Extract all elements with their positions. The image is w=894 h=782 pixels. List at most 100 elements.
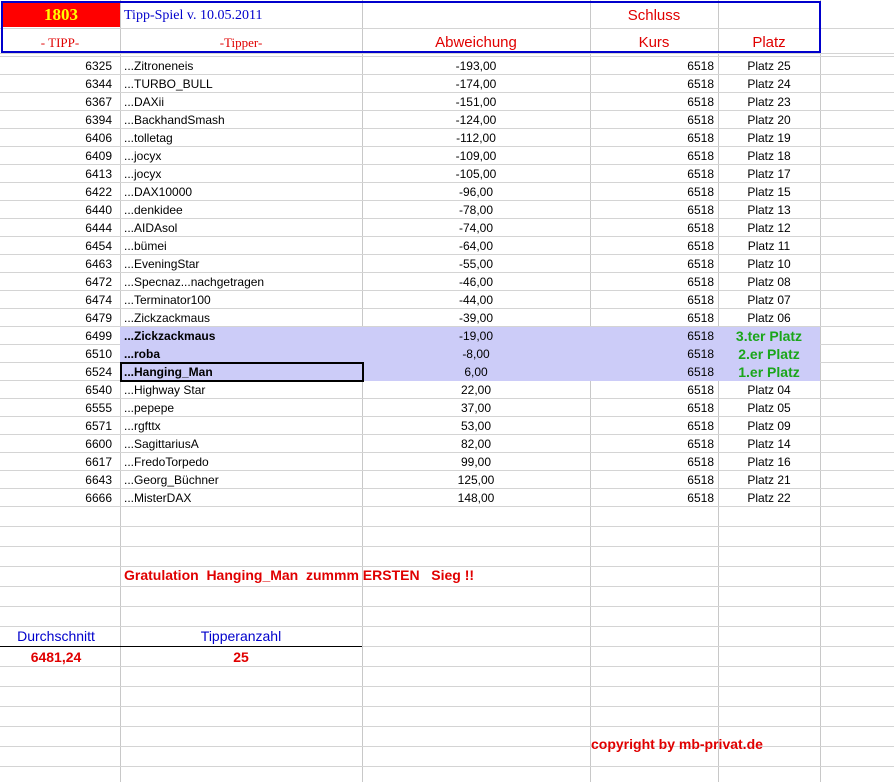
- cell-abw[interactable]: 125,00: [362, 471, 590, 489]
- cell-platz[interactable]: Platz 04: [718, 381, 820, 399]
- cell-kurs[interactable]: 6518: [590, 201, 714, 219]
- cell-tipper[interactable]: ...AIDAsol: [124, 219, 360, 237]
- cell-abw[interactable]: 53,00: [362, 417, 590, 435]
- cell-tipp[interactable]: 6510: [0, 345, 112, 363]
- cell-tipper[interactable]: ...TURBO_BULL: [124, 75, 360, 93]
- cell-tipper[interactable]: ...BackhandSmash: [124, 111, 360, 129]
- cell-platz[interactable]: Platz 20: [718, 111, 820, 129]
- cell-tipper[interactable]: ...rgfttx: [124, 417, 360, 435]
- cell-tipper[interactable]: ...Georg_Büchner: [124, 471, 360, 489]
- cell-abw[interactable]: -109,00: [362, 147, 590, 165]
- cell-abw[interactable]: -46,00: [362, 273, 590, 291]
- cell-platz[interactable]: Platz 21: [718, 471, 820, 489]
- cell-kurs[interactable]: 6518: [590, 237, 714, 255]
- cell-kurs[interactable]: 6518: [590, 363, 714, 381]
- cell-platz[interactable]: Platz 06: [718, 309, 820, 327]
- cell-kurs[interactable]: 6518: [590, 93, 714, 111]
- cell-kurs[interactable]: 6518: [590, 183, 714, 201]
- cell-platz[interactable]: 2.er Platz: [718, 345, 820, 363]
- cell-tipper[interactable]: ...Specnaz...nachgetragen: [124, 273, 360, 291]
- cell-tipper[interactable]: ...roba: [124, 345, 360, 363]
- cell-tipp[interactable]: 6643: [0, 471, 112, 489]
- cell-tipper[interactable]: ...DAXii: [124, 93, 360, 111]
- cell-abw[interactable]: -112,00: [362, 129, 590, 147]
- cell-tipper[interactable]: ...Zickzackmaus: [124, 309, 360, 327]
- cell-platz[interactable]: Platz 15: [718, 183, 820, 201]
- cell-tipp[interactable]: 6344: [0, 75, 112, 93]
- cell-kurs[interactable]: 6518: [590, 381, 714, 399]
- cell-tipper[interactable]: ...SagittariusA: [124, 435, 360, 453]
- cell-platz[interactable]: Platz 10: [718, 255, 820, 273]
- cell-tipper[interactable]: ...pepepe: [124, 399, 360, 417]
- cell-tipp[interactable]: 6540: [0, 381, 112, 399]
- cell-abw[interactable]: 37,00: [362, 399, 590, 417]
- cell-tipper[interactable]: ...EveningStar: [124, 255, 360, 273]
- cell-abw[interactable]: -64,00: [362, 237, 590, 255]
- cell-abw[interactable]: 82,00: [362, 435, 590, 453]
- cell-tipp[interactable]: 6367: [0, 93, 112, 111]
- cell-abw[interactable]: -19,00: [362, 327, 590, 345]
- cell-abw[interactable]: -174,00: [362, 75, 590, 93]
- cell-abw[interactable]: -39,00: [362, 309, 590, 327]
- cell-platz[interactable]: Platz 25: [718, 57, 820, 75]
- cell-tipper[interactable]: ...Zitroneneis: [124, 57, 360, 75]
- cell-kurs[interactable]: 6518: [590, 255, 714, 273]
- cell-tipp[interactable]: 6422: [0, 183, 112, 201]
- cell-platz[interactable]: Platz 19: [718, 129, 820, 147]
- cell-tipp[interactable]: 6600: [0, 435, 112, 453]
- cell-kurs[interactable]: 6518: [590, 165, 714, 183]
- cell-abw[interactable]: -44,00: [362, 291, 590, 309]
- cell-kurs[interactable]: 6518: [590, 147, 714, 165]
- cell-platz[interactable]: Platz 23: [718, 93, 820, 111]
- cell-kurs[interactable]: 6518: [590, 417, 714, 435]
- cell-kurs[interactable]: 6518: [590, 453, 714, 471]
- cell-platz[interactable]: Platz 12: [718, 219, 820, 237]
- cell-abw[interactable]: -124,00: [362, 111, 590, 129]
- cell-tipp[interactable]: 6413: [0, 165, 112, 183]
- cell-kurs[interactable]: 6518: [590, 219, 714, 237]
- cell-platz[interactable]: Platz 16: [718, 453, 820, 471]
- cell-tipp[interactable]: 6394: [0, 111, 112, 129]
- cell-abw[interactable]: -193,00: [362, 57, 590, 75]
- cell-platz[interactable]: Platz 17: [718, 165, 820, 183]
- cell-platz[interactable]: Platz 24: [718, 75, 820, 93]
- cell-kurs[interactable]: 6518: [590, 273, 714, 291]
- cell-kurs[interactable]: 6518: [590, 327, 714, 345]
- cell-tipper[interactable]: ...jocyx: [124, 165, 360, 183]
- cell-tipp[interactable]: 6472: [0, 273, 112, 291]
- spreadsheet[interactable]: 1803 Tipp-Spiel v. 10.05.2011 Schluss - …: [0, 0, 894, 782]
- cell-abw[interactable]: -74,00: [362, 219, 590, 237]
- cell-tipper[interactable]: ...jocyx: [124, 147, 360, 165]
- cell-tipp[interactable]: 6409: [0, 147, 112, 165]
- cell-tipp[interactable]: 6479: [0, 309, 112, 327]
- cell-abw[interactable]: -105,00: [362, 165, 590, 183]
- cell-abw[interactable]: 6,00: [362, 363, 590, 381]
- cell-tipp[interactable]: 6444: [0, 219, 112, 237]
- cell-platz[interactable]: Platz 18: [718, 147, 820, 165]
- cell-kurs[interactable]: 6518: [590, 129, 714, 147]
- cell-platz[interactable]: Platz 13: [718, 201, 820, 219]
- cell-abw[interactable]: -96,00: [362, 183, 590, 201]
- cell-platz[interactable]: 3.ter Platz: [718, 327, 820, 345]
- cell-tipp[interactable]: 6524: [0, 363, 112, 381]
- cell-tipp[interactable]: 6406: [0, 129, 112, 147]
- cell-abw[interactable]: -8,00: [362, 345, 590, 363]
- cell-tipper[interactable]: ...tolletag: [124, 129, 360, 147]
- cell-platz[interactable]: Platz 07: [718, 291, 820, 309]
- cell-kurs[interactable]: 6518: [590, 489, 714, 507]
- cell-abw[interactable]: -55,00: [362, 255, 590, 273]
- cell-tipper[interactable]: ...bümei: [124, 237, 360, 255]
- cell-platz[interactable]: Platz 22: [718, 489, 820, 507]
- cell-kurs[interactable]: 6518: [590, 75, 714, 93]
- cell-tipp[interactable]: 6463: [0, 255, 112, 273]
- cell-tipper[interactable]: ...MisterDAX: [124, 489, 360, 507]
- cell-tipp[interactable]: 6474: [0, 291, 112, 309]
- cell-platz[interactable]: Platz 09: [718, 417, 820, 435]
- cell-tipp[interactable]: 6571: [0, 417, 112, 435]
- cell-abw[interactable]: 22,00: [362, 381, 590, 399]
- cell-tipp[interactable]: 6555: [0, 399, 112, 417]
- cell-kurs[interactable]: 6518: [590, 111, 714, 129]
- cell-kurs[interactable]: 6518: [590, 399, 714, 417]
- cell-tipper[interactable]: ...FredoTorpedo: [124, 453, 360, 471]
- cell-tipp[interactable]: 6499: [0, 327, 112, 345]
